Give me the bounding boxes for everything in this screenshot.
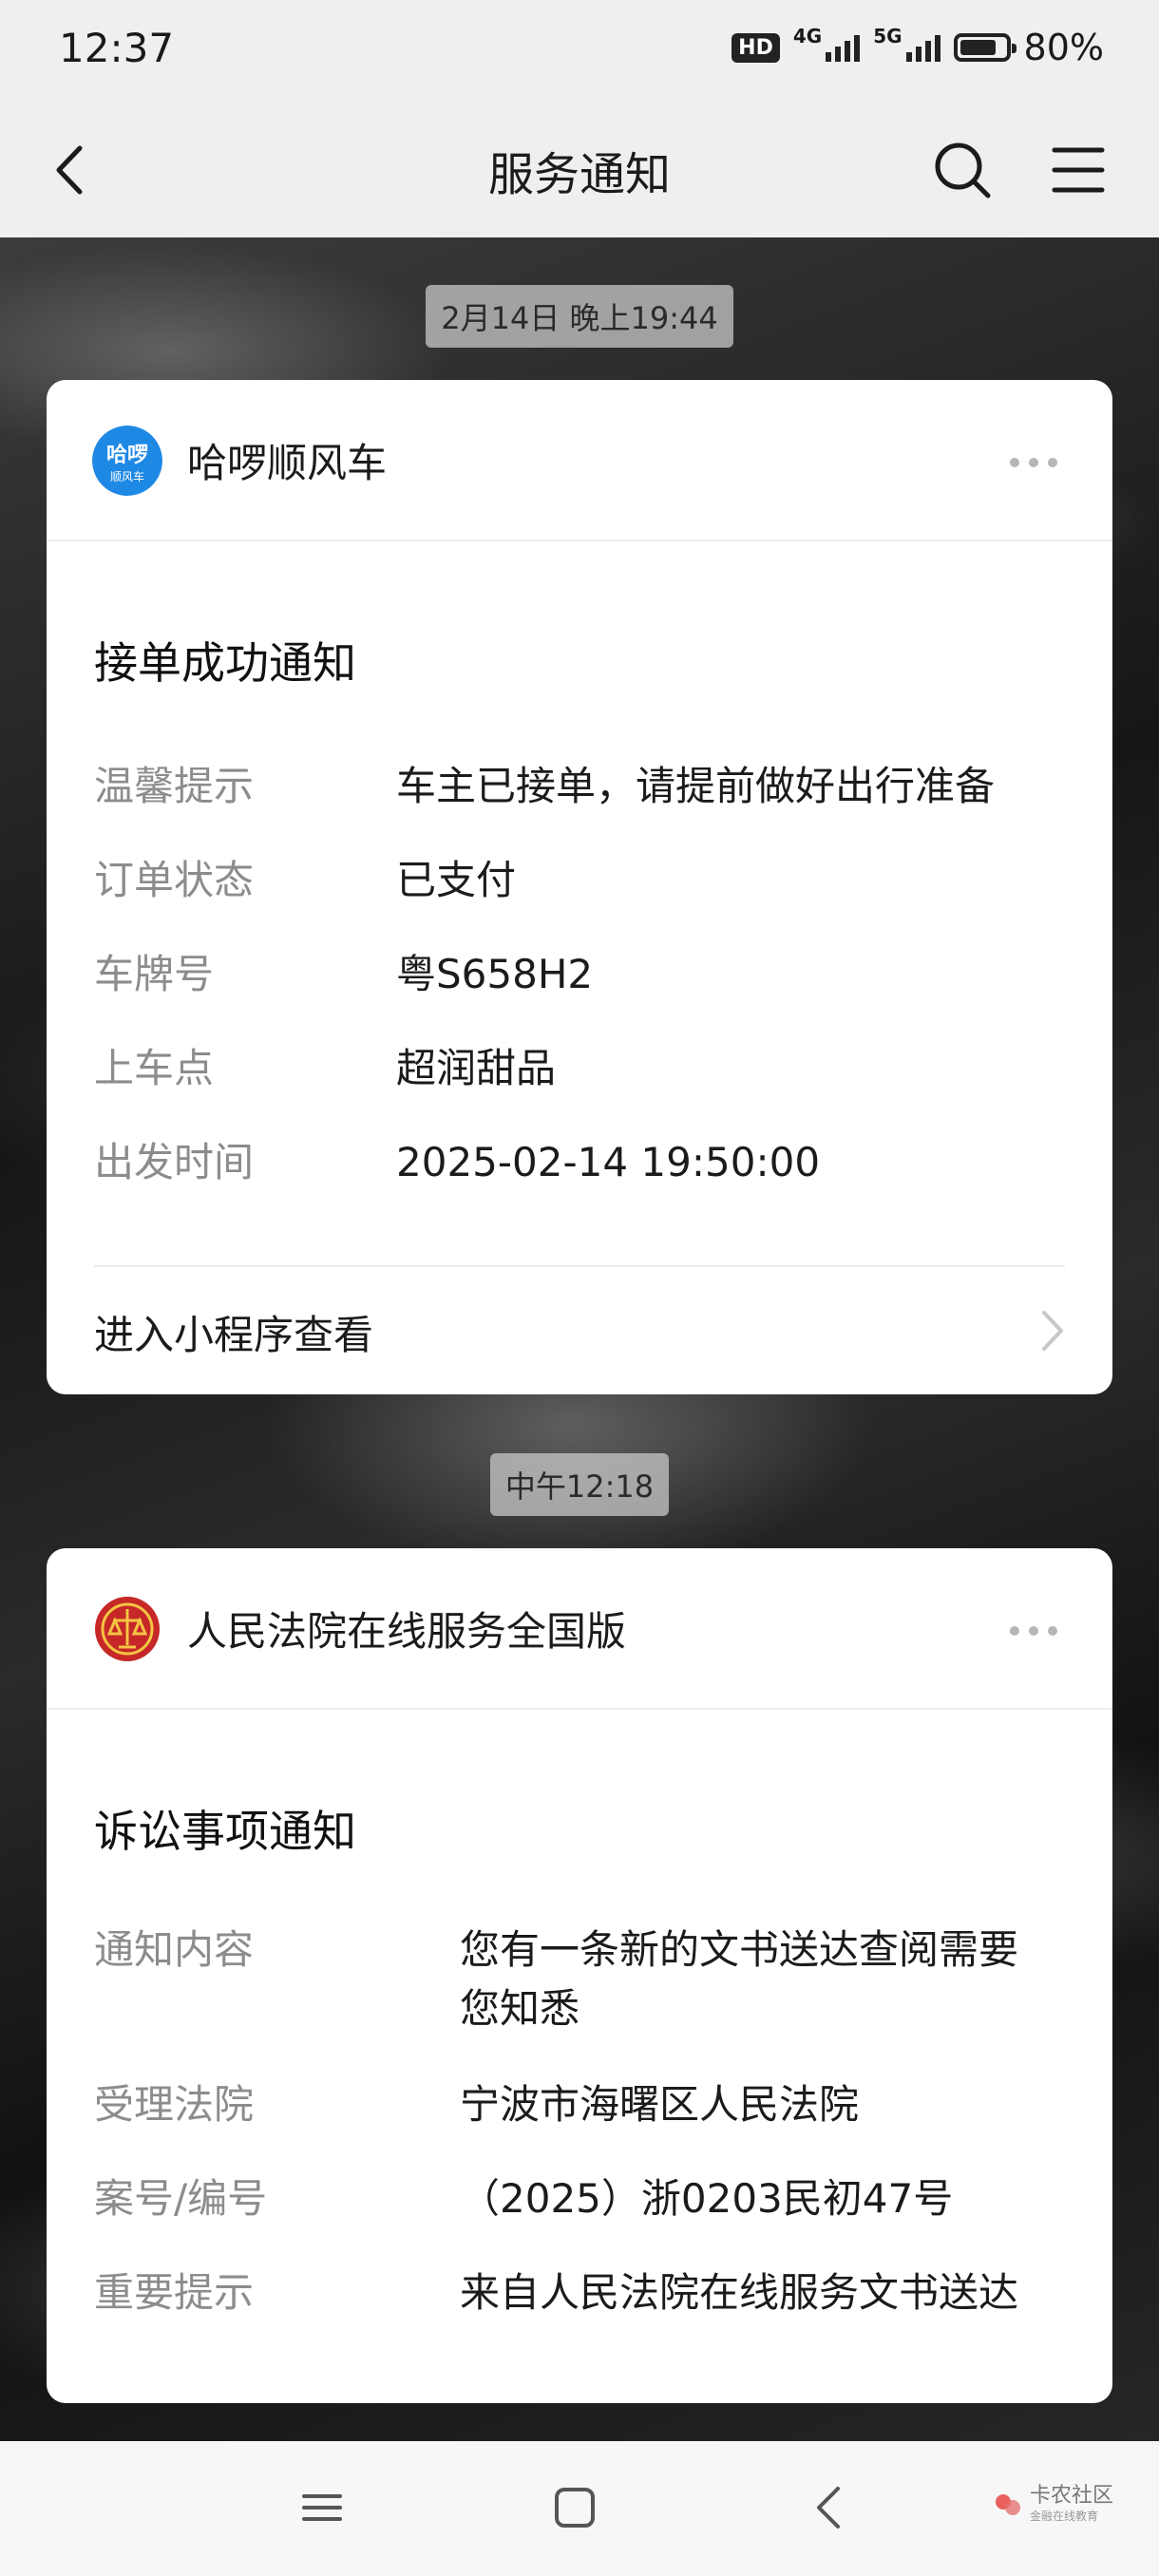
more-dot-icon (1010, 458, 1019, 467)
watermark-subtext: 金融在线教育 (1029, 2510, 1098, 2523)
status-bar: 12:37 HD 4G 5G 80% (0, 0, 1159, 99)
battery-icon (953, 33, 1016, 62)
recent-apps-button[interactable] (298, 2479, 346, 2540)
chevron-right-icon (1042, 1311, 1063, 1351)
network-4g-label: 4G (792, 25, 823, 47)
detail-key: 上车点 (94, 1045, 215, 1091)
more-dot-icon (1029, 458, 1038, 467)
back-triangle-icon (817, 2487, 840, 2529)
more-dot-icon (1048, 458, 1057, 467)
signal-icon (826, 33, 861, 62)
system-back-button[interactable] (806, 2479, 853, 2540)
more-options-button[interactable] (1004, 1620, 1063, 1641)
card-app-name: 人民法院在线服务全国版 (187, 1608, 627, 1655)
card-title: 诉讼事项通知 (94, 1806, 356, 1857)
timestamp: 2月14日 晚上19:44 (0, 285, 1159, 348)
battery-percent: 80% (1023, 27, 1104, 68)
detail-key: 温馨提示 (94, 763, 255, 809)
detail-value: 粤S658H2 (396, 951, 594, 997)
detail-value: 2025-02-14 19:50:00 (396, 1139, 821, 1185)
hd-voice-icon: HD (732, 32, 780, 63)
more-dot-icon (1048, 1626, 1057, 1636)
network-5g-label: 5G (873, 25, 902, 47)
status-icons: HD 4G 5G 80% (732, 25, 1104, 68)
message-card-hello[interactable]: 哈啰 顺风车 哈啰顺风车 接单成功通知 温馨提示 车主已接单，请提前做好出行准备… (47, 380, 1112, 1394)
detail-key: 出发时间 (94, 1139, 255, 1185)
card-header: 哈啰 顺风车 哈啰顺风车 (47, 380, 1112, 541)
message-list[interactable]: 2月14日 晚上19:44 哈啰 顺风车 哈啰顺风车 接单成功通知 温馨提示 车… (0, 237, 1159, 2441)
logo-text: 哈啰 (106, 443, 148, 467)
signal-icon-2 (905, 33, 940, 62)
more-dot-icon (1029, 1626, 1038, 1636)
menu-button[interactable] (1045, 137, 1112, 203)
detail-value: 超润甜品 (396, 1045, 557, 1091)
nav-bar: 服务通知 (0, 99, 1159, 237)
search-button[interactable] (929, 137, 996, 203)
card-title: 接单成功通知 (94, 637, 356, 689)
open-mini-program-link[interactable]: 进入小程序查看 (94, 1265, 1065, 1394)
detail-key: 受理法院 (94, 2081, 255, 2128)
detail-key: 通知内容 (94, 1926, 255, 1973)
logo-subtext: 顺风车 (110, 469, 144, 483)
system-navigation-bar: 卡农社区 金融在线教育 (0, 2441, 1159, 2576)
home-square-icon (555, 2488, 595, 2528)
detail-value: 宁波市海曙区人民法院 (460, 2081, 860, 2128)
hamburger-menu-icon (1052, 147, 1105, 193)
detail-value: 您有一条新的文书送达查阅需要 (460, 1926, 1019, 1973)
watermark: 卡农社区 金融在线教育 (992, 2485, 1113, 2524)
detail-value: 来自人民法院在线服务文书送达 (460, 2269, 1019, 2316)
search-icon (935, 142, 991, 199)
footer-label: 进入小程序查看 (94, 1312, 374, 1358)
home-button[interactable] (551, 2479, 598, 2540)
more-dot-icon (1010, 1626, 1019, 1636)
status-time: 12:37 (59, 25, 175, 71)
watermark-text: 卡农社区 (1029, 2484, 1113, 2508)
detail-key: 车牌号 (94, 951, 215, 997)
more-options-button[interactable] (1004, 452, 1063, 473)
detail-key: 订单状态 (94, 857, 255, 903)
detail-value: 已支付 (396, 857, 517, 903)
kanong-logo-icon (995, 2493, 1020, 2515)
detail-value: （2025）浙0203民初47号 (460, 2175, 954, 2222)
menu-lines-icon (302, 2494, 342, 2521)
detail-value-line2: 您知悉 (460, 1985, 580, 2032)
timestamp: 中午12:18 (0, 1453, 1159, 1516)
detail-key: 重要提示 (94, 2269, 255, 2316)
message-card-court[interactable]: 人民法院在线服务全国版 诉讼事项通知 通知内容 您有一条新的文书送达查阅需要 您… (47, 1548, 1112, 2403)
card-header: 人民法院在线服务全国版 (47, 1548, 1112, 1710)
court-emblem-icon (95, 1597, 160, 1661)
card-app-name: 哈啰顺风车 (187, 440, 388, 486)
detail-key: 案号/编号 (94, 2175, 268, 2222)
hello-ride-logo-icon: 哈啰 顺风车 (92, 426, 162, 496)
detail-value: 车主已接单，请提前做好出行准备 (396, 763, 996, 809)
